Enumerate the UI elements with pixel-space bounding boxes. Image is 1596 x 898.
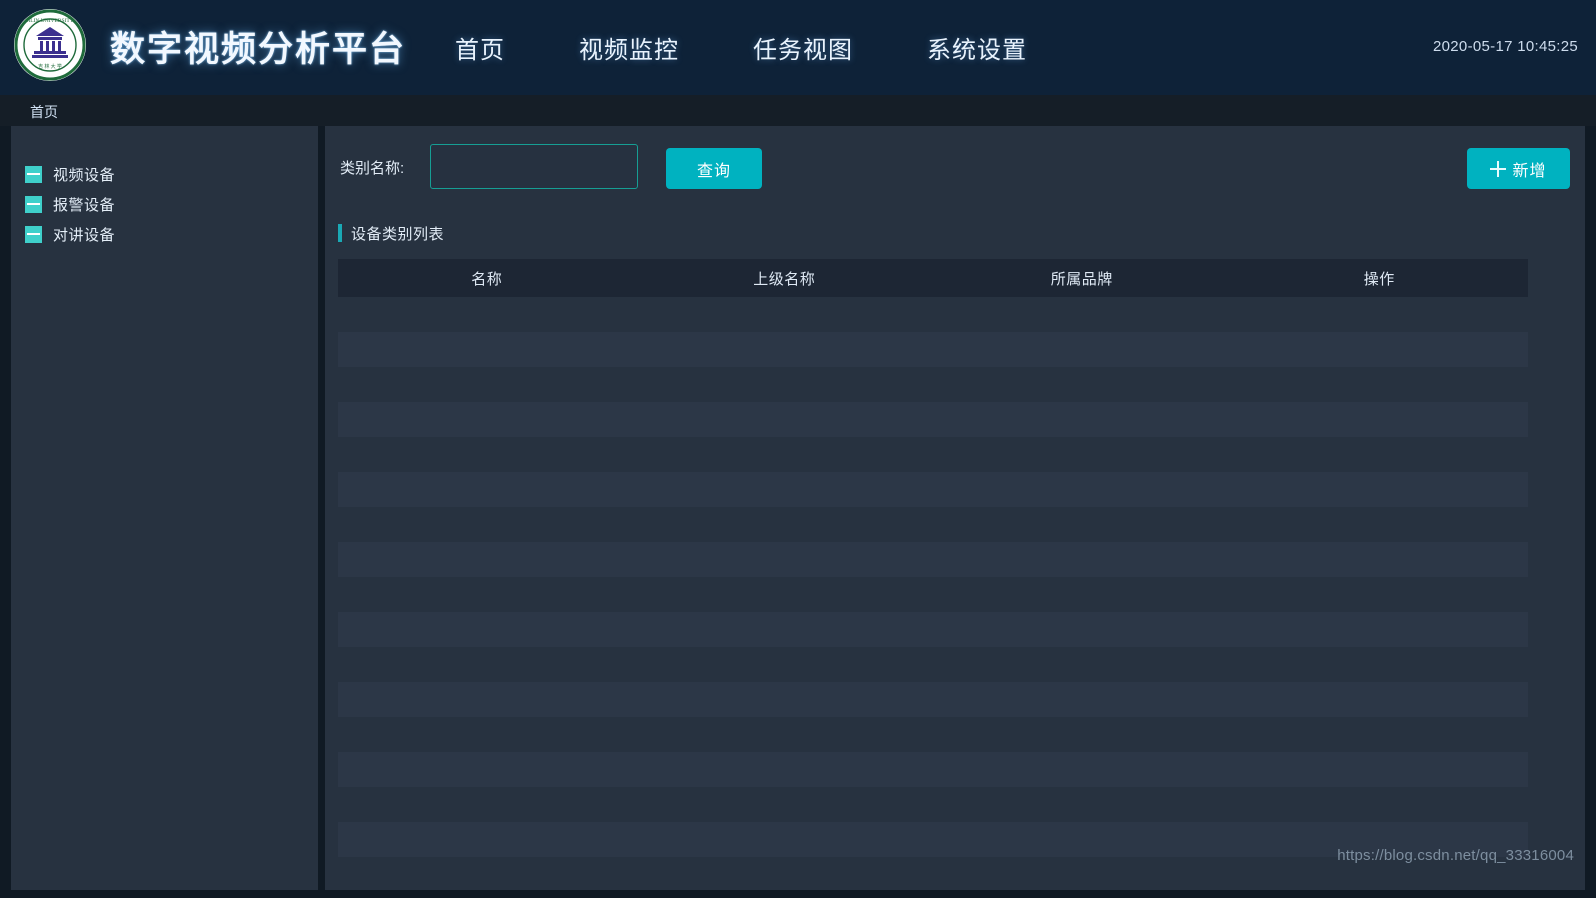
table-row[interactable] <box>338 752 1528 787</box>
section-title: 设备类别列表 <box>338 223 444 243</box>
table-row[interactable] <box>338 402 1528 437</box>
column-header-brand: 所属品牌 <box>1050 270 1113 288</box>
emblem-svg: JILIN UNIVERSITY 吉 林 大 学 <box>14 9 86 81</box>
section-accent-bar <box>338 224 342 242</box>
table-row[interactable] <box>338 332 1528 367</box>
app-root: JILIN UNIVERSITY 吉 林 大 学 数字视频分析平台 首页 视频监… <box>0 0 1596 898</box>
table-row[interactable] <box>338 577 1528 612</box>
breadcrumb-current[interactable]: 首页 <box>30 102 58 122</box>
device-category-table: 名称 上级名称 所属品牌 操作 <box>338 259 1528 857</box>
category-name-input[interactable] <box>430 144 638 189</box>
main-navigation: 首页 视频监控 任务视图 系统设置 <box>455 0 1027 95</box>
table-row[interactable] <box>338 647 1528 682</box>
column-header-name: 名称 <box>471 270 503 288</box>
table-row[interactable] <box>338 787 1528 822</box>
sidebar-item-label: 报警设备 <box>53 196 116 214</box>
sidebar-item-video-device[interactable]: 视频设备 <box>11 159 318 189</box>
nav-item-system-settings[interactable]: 系统设置 <box>927 30 1027 65</box>
nav-item-task-view[interactable]: 任务视图 <box>753 30 853 65</box>
sidebar-menu: 视频设备 报警设备 对讲设备 <box>11 159 318 249</box>
list-square-icon <box>25 225 42 243</box>
sidebar-item-label: 视频设备 <box>53 166 116 184</box>
sidebar-item-alarm-device[interactable]: 报警设备 <box>11 189 318 219</box>
category-name-label: 类别名称: <box>340 160 405 177</box>
breadcrumb-bar: 首页 <box>0 95 1596 126</box>
column-header-actions: 操作 <box>1363 270 1395 288</box>
section-title-text: 设备类别列表 <box>351 225 445 243</box>
table-row[interactable] <box>338 542 1528 577</box>
watermark-text: https://blog.csdn.net/qq_33316004 <box>1337 847 1574 864</box>
add-button-label: 新增 <box>1512 162 1547 180</box>
table-row[interactable] <box>338 717 1528 752</box>
header-datetime: 2020-05-17 10:45:25 <box>1433 38 1578 55</box>
sidebar: 视频设备 报警设备 对讲设备 <box>11 126 318 890</box>
content-panel: 类别名称: 查询 新增 设备类别列表 名称 上级名称 所属品牌 操作 https… <box>325 126 1585 890</box>
svg-text:吉 林 大 学: 吉 林 大 学 <box>38 63 62 70</box>
filter-toolbar: 类别名称: 查询 新增 <box>325 144 1585 192</box>
list-square-icon <box>25 165 42 183</box>
list-square-icon <box>25 195 42 213</box>
nav-item-home[interactable]: 首页 <box>455 30 505 65</box>
add-button[interactable]: 新增 <box>1467 148 1570 189</box>
sidebar-item-intercom-device[interactable]: 对讲设备 <box>11 219 318 249</box>
app-header: JILIN UNIVERSITY 吉 林 大 学 数字视频分析平台 首页 视频监… <box>0 0 1596 95</box>
nav-item-video-monitor[interactable]: 视频监控 <box>579 30 679 65</box>
table-row[interactable] <box>338 612 1528 647</box>
body-area: 视频设备 报警设备 对讲设备 类别名称: 查询 新增 设备类别列表 名称 上级名… <box>0 126 1596 898</box>
plus-icon <box>1490 160 1507 177</box>
column-header-parent-name: 上级名称 <box>753 270 816 288</box>
table-row[interactable] <box>338 367 1528 402</box>
svg-text:JILIN UNIVERSITY: JILIN UNIVERSITY <box>26 18 74 24</box>
search-button[interactable]: 查询 <box>666 148 762 189</box>
table-row[interactable] <box>338 682 1528 717</box>
sidebar-item-label: 对讲设备 <box>53 226 116 244</box>
app-title: 数字视频分析平台 <box>110 30 407 69</box>
table-row[interactable] <box>338 472 1528 507</box>
table-row[interactable] <box>338 297 1528 332</box>
table-row[interactable] <box>338 507 1528 542</box>
table-header-row: 名称 上级名称 所属品牌 操作 <box>338 259 1528 297</box>
table-body <box>338 297 1528 857</box>
table-row[interactable] <box>338 437 1528 472</box>
university-emblem-logo: JILIN UNIVERSITY 吉 林 大 学 <box>14 9 86 81</box>
